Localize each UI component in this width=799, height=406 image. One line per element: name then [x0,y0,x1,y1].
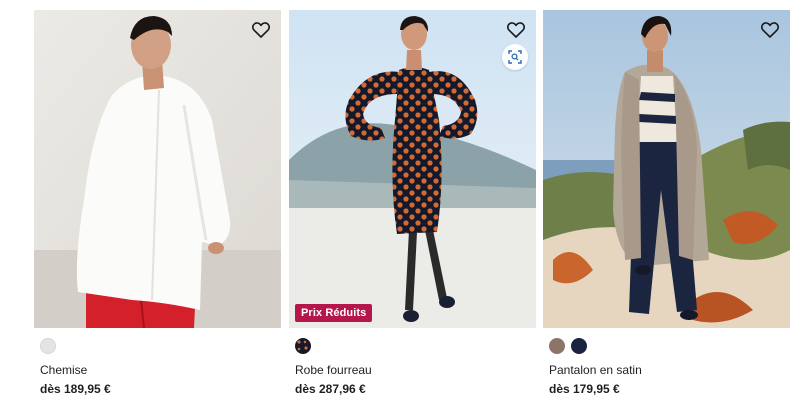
model-photo-satin-trousers [543,10,790,328]
model-photo-white-shirt [34,10,281,328]
product-name[interactable]: Chemise [40,363,87,377]
heart-outline-icon [507,22,525,38]
product-image-chemise[interactable] [34,10,281,328]
color-swatch-navy[interactable] [571,338,587,354]
product-image-robe-fourreau[interactable]: Prix Réduits [289,10,536,328]
product-image-pantalon-en-satin[interactable] [543,10,790,328]
product-name[interactable]: Pantalon en satin [549,363,642,377]
product-name[interactable]: Robe fourreau [295,363,372,377]
product-card-chemise[interactable]: Chemise dès 189,95 € [34,10,281,402]
product-card-robe-fourreau[interactable]: Prix Réduits Robe fourreau dès 287,96 € [289,10,536,402]
color-swatches [295,338,311,354]
visual-search-icon [508,50,522,64]
favorite-button[interactable] [504,18,528,42]
product-price: dès 287,96 € [295,382,366,396]
heart-outline-icon [252,22,270,38]
color-swatches [40,338,56,354]
product-price: dès 189,95 € [40,382,111,396]
product-price: dès 179,95 € [549,382,620,396]
model-photo-polka-dot-dress [289,10,536,328]
color-swatch-navy-orange-polka-dot[interactable] [295,338,311,354]
color-swatch-taupe[interactable] [549,338,565,354]
favorite-button[interactable] [249,18,273,42]
visual-search-button[interactable] [502,44,528,70]
product-card-pantalon-en-satin[interactable]: Pantalon en satin dès 179,95 € [543,10,790,402]
color-swatch-light-grey[interactable] [40,338,56,354]
discount-badge: Prix Réduits [295,304,373,322]
heart-outline-icon [761,22,779,38]
favorite-button[interactable] [758,18,782,42]
color-swatches [549,338,587,354]
